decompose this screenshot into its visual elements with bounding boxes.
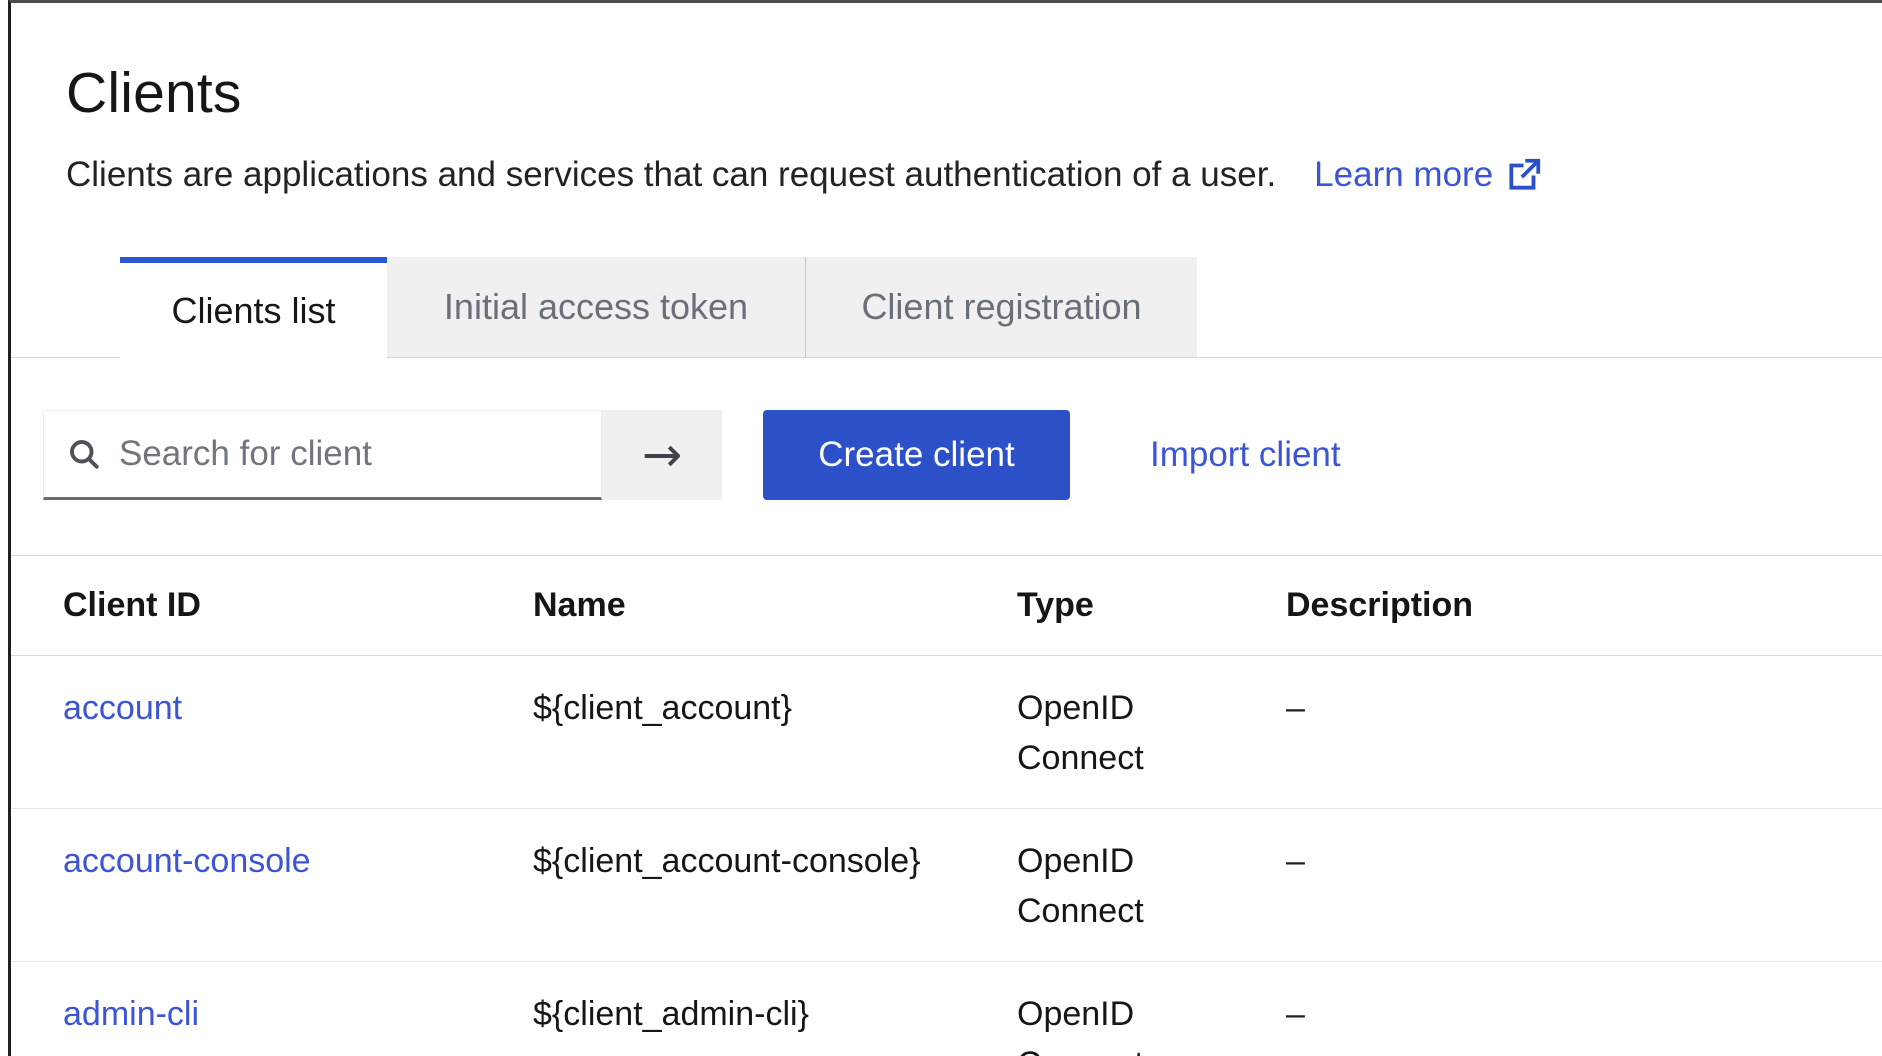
table-row: admin-cli ${client_admin-cli} OpenID Con… [11,962,1882,1056]
page-header: Clients Clients are applications and ser… [11,3,1882,195]
learn-more-link[interactable]: Learn more [1314,155,1543,195]
clients-page: Clients Clients are applications and ser… [8,0,1882,1056]
table-header-row: Client ID Name Type Description [11,556,1882,656]
search-submit-button[interactable]: → [602,410,722,500]
client-type: OpenID Connect [1017,683,1182,783]
tab-client-registration-label: Client registration [861,286,1141,328]
tab-client-registration[interactable]: Client registration [805,257,1197,357]
client-name: ${client_account} [533,683,1017,733]
column-header-description: Description [1286,586,1882,625]
table-row: account ${client_account} OpenID Connect… [11,656,1882,809]
search-box [43,410,602,500]
tab-initial-access-token[interactable]: Initial access token [387,257,805,357]
learn-more-label: Learn more [1314,155,1493,195]
tab-initial-access-token-label: Initial access token [444,286,748,328]
page-subtitle-row: Clients are applications and services th… [66,155,1882,195]
arrow-right-icon: → [642,431,682,479]
search-group: → [43,410,722,500]
create-client-button[interactable]: Create client [763,410,1070,500]
clients-table: Client ID Name Type Description account … [11,555,1882,1056]
client-id-link[interactable]: admin-cli [63,995,199,1033]
client-type: OpenID Connect [1017,989,1182,1056]
column-header-type: Type [1017,586,1286,625]
client-description: – [1286,683,1882,733]
client-name: ${client_admin-cli} [533,989,1017,1039]
create-client-label: Create client [818,435,1014,475]
external-link-icon [1505,156,1543,194]
client-id-link[interactable]: account-console [63,842,311,880]
import-client-link[interactable]: Import client [1150,435,1341,475]
client-description: – [1286,836,1882,886]
tabs-bar: Clients list Initial access token Client… [11,257,1882,358]
client-type: OpenID Connect [1017,836,1182,936]
client-description: – [1286,989,1882,1039]
page-title: Clients [66,61,1882,125]
table-row: account-console ${client_account-console… [11,809,1882,962]
tab-clients-list-label: Clients list [171,290,335,332]
client-name: ${client_account-console} [533,836,1017,886]
page-subtitle: Clients are applications and services th… [66,155,1276,195]
column-header-client-id: Client ID [63,586,533,625]
client-id-link[interactable]: account [63,689,182,727]
toolbar: → Create client Import client [11,410,1882,500]
search-input[interactable] [44,411,601,497]
column-header-name: Name [533,586,1017,625]
tab-clients-list[interactable]: Clients list [120,257,387,359]
